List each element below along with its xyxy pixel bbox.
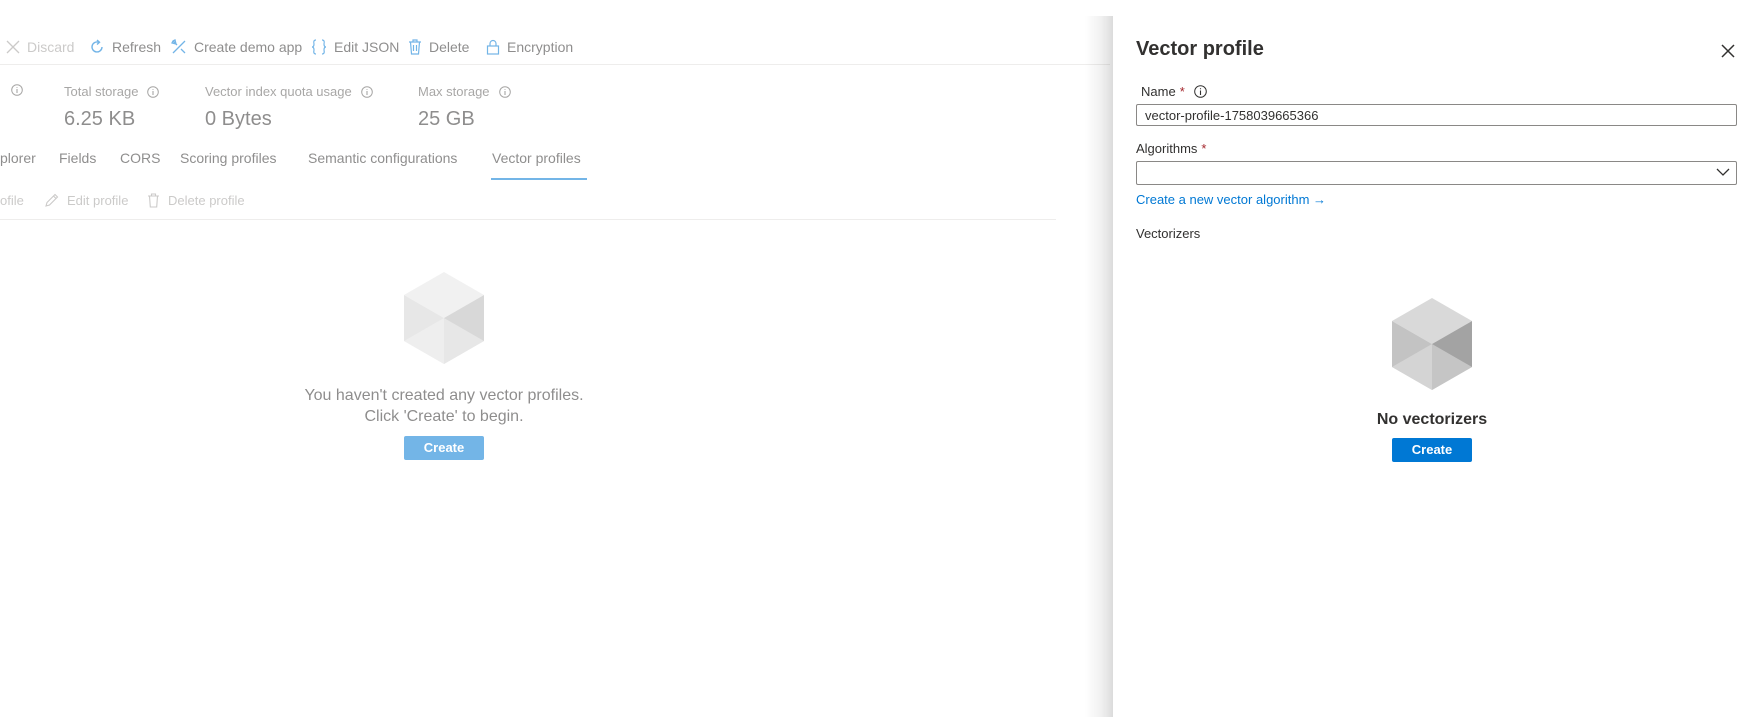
create-vector-algorithm-link[interactable]: Create a new vector algorithm → <box>1136 192 1326 207</box>
add-profile-label: ofile <box>0 193 24 208</box>
vectorizers-label: Vectorizers <box>1136 226 1201 241</box>
panel-title: Vector profile <box>1136 38 1264 60</box>
tab-scoring-profiles[interactable]: Scoring profiles <box>180 150 277 172</box>
close-icon <box>6 40 20 54</box>
tab-explorer[interactable]: plorer <box>0 150 36 172</box>
lock-icon <box>486 39 500 55</box>
metric-max-storage: Max storage 25 GB <box>418 84 511 131</box>
edit-json-button[interactable]: Edit JSON <box>311 39 399 55</box>
tab-semantic-configurations[interactable]: Semantic configurations <box>308 150 457 172</box>
pencil-icon <box>45 193 59 207</box>
delete-profile-button[interactable]: Delete profile <box>147 193 245 208</box>
vector-profile-panel: Vector profile Name * Algorithms * Creat… <box>1113 16 1752 717</box>
metric-value: 0 Bytes <box>205 108 272 130</box>
add-profile-button[interactable]: ofile <box>0 193 24 208</box>
delete-profile-label: Delete profile <box>168 193 245 208</box>
algorithms-field-label: Algorithms * <box>1136 141 1206 156</box>
edit-profile-label: Edit profile <box>67 193 129 208</box>
trash-icon <box>409 39 421 55</box>
encryption-button[interactable]: Encryption <box>486 39 573 55</box>
tab-cors[interactable]: CORS <box>120 150 160 172</box>
chevron-down-icon <box>1716 168 1730 176</box>
name-label-text: Name <box>1141 84 1176 99</box>
edit-json-label: Edit JSON <box>334 39 400 55</box>
empty-state: You haven't created any vector profiles.… <box>280 270 608 460</box>
encryption-label: Encryption <box>507 39 574 55</box>
metric-value: 25 GB <box>418 108 475 130</box>
trash-icon <box>148 193 159 208</box>
algorithms-dropdown[interactable] <box>1136 161 1737 185</box>
create-demo-app-label: Create demo app <box>194 39 303 55</box>
create-vectorizer-button[interactable]: Create <box>1391 438 1473 462</box>
edit-profile-button[interactable]: Edit profile <box>44 193 128 208</box>
info-icon[interactable] <box>147 85 160 98</box>
name-input[interactable] <box>1136 104 1737 126</box>
delete-button[interactable]: Delete <box>408 39 469 55</box>
subtoolbar-divider <box>0 219 1056 220</box>
background-page: Discard Refresh Create demo app Edit JSO… <box>0 0 1110 717</box>
refresh-label: Refresh <box>112 39 162 55</box>
no-vectorizers-title: No vectorizers <box>1376 411 1488 428</box>
metric-label: Vector index quota usage <box>205 84 352 99</box>
refresh-icon <box>91 39 103 53</box>
panel-shadow <box>1085 16 1113 717</box>
active-tab-indicator <box>491 178 587 180</box>
close-icon[interactable] <box>1719 42 1737 60</box>
empty-state-line2: Click 'Create' to begin. <box>364 408 524 425</box>
tab-fields[interactable]: Fields <box>59 150 96 172</box>
delete-label: Delete <box>429 39 470 55</box>
required-marker: * <box>1179 84 1185 99</box>
info-icon[interactable] <box>360 85 373 98</box>
empty-box-icon <box>404 272 484 364</box>
metric-label: Total storage <box>64 84 139 99</box>
required-marker: * <box>1201 141 1207 156</box>
braces-icon <box>311 39 327 55</box>
create-demo-app-button[interactable]: Create demo app <box>171 39 302 55</box>
name-field-label: Name * <box>1141 84 1207 99</box>
refresh-button[interactable]: Refresh <box>89 39 161 55</box>
storage-metrics: Total storage 6.25 KB Vector index quota… <box>0 84 1110 140</box>
metric-label: Max storage <box>418 84 490 99</box>
info-icon[interactable] <box>498 85 511 98</box>
algorithms-label-text: Algorithms <box>1136 141 1198 156</box>
vectorizers-empty-state: No vectorizers Create <box>1362 296 1502 462</box>
tab-vector-profiles[interactable]: Vector profiles <box>492 150 581 172</box>
create-profile-button[interactable]: Create <box>403 436 485 460</box>
discard-button[interactable]: Discard <box>6 39 74 55</box>
empty-state-line1: You haven't created any vector profiles. <box>304 387 584 404</box>
metric-total-storage: Total storage 6.25 KB <box>64 84 160 131</box>
info-icon[interactable] <box>1193 85 1207 98</box>
metric-vector-quota: Vector index quota usage 0 Bytes <box>205 84 373 131</box>
discard-label: Discard <box>27 39 75 55</box>
empty-box-icon <box>1392 298 1472 390</box>
metric-value: 6.25 KB <box>64 108 136 130</box>
tools-icon <box>171 39 186 54</box>
toolbar-divider <box>0 64 1110 65</box>
